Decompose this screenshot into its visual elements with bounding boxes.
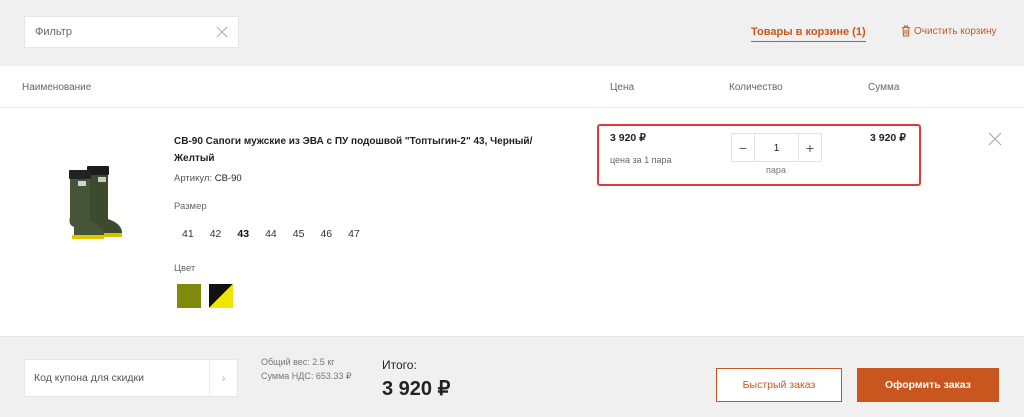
coupon-box: › [24, 359, 238, 397]
col-quantity: Количество [729, 82, 783, 93]
price-note: цена за 1 пара [610, 155, 672, 165]
vat-amount: Сумма НДС: 653.33 ₽ [261, 371, 352, 381]
remove-item-icon[interactable] [988, 132, 1002, 146]
total-weight: Общий вес: 2.5 кг [261, 357, 335, 367]
decrease-button[interactable]: − [732, 134, 754, 161]
product-title[interactable]: СВ-90 Сапоги мужские из ЭВА с ПУ подошво… [174, 133, 574, 167]
color-swatch-black-yellow[interactable] [209, 284, 233, 308]
col-sum: Сумма [868, 82, 900, 93]
color-swatch-olive[interactable] [177, 284, 201, 308]
size-option-selected[interactable]: 43 [237, 228, 249, 240]
quick-order-button[interactable]: Быстрый заказ [716, 368, 842, 402]
coupon-input[interactable] [25, 360, 205, 396]
size-option[interactable]: 45 [293, 228, 305, 240]
product-image[interactable] [58, 163, 130, 241]
clear-filter-icon[interactable] [216, 26, 228, 38]
table-header: Наименование Цена Количество Сумма [0, 66, 1024, 108]
top-bar: Товары в корзине (1) Очистить корзину [0, 0, 1024, 66]
increase-button[interactable]: + [799, 134, 821, 161]
apply-coupon-button[interactable]: › [209, 360, 237, 396]
filter-box [24, 16, 239, 48]
size-option[interactable]: 46 [320, 228, 332, 240]
size-option[interactable]: 42 [210, 228, 222, 240]
total-value: 3 920 ₽ [382, 378, 451, 400]
color-label: Цвет [174, 263, 196, 274]
size-label: Размер [174, 201, 207, 212]
order-info: Общий вес: 2.5 кг Сумма НДС: 653.33 ₽ [261, 355, 352, 383]
chevron-right-icon: › [221, 371, 226, 385]
cart-items-link[interactable]: Товары в корзине (1) [751, 26, 866, 42]
size-option[interactable]: 41 [182, 228, 194, 240]
size-option[interactable]: 47 [348, 228, 360, 240]
sku-label: Артикул: [174, 173, 213, 184]
trash-icon [902, 25, 910, 37]
cart-footer: › Общий вес: 2.5 кг Сумма НДС: 653.33 ₽ … [0, 336, 1024, 417]
size-list: 41 42 43 44 45 46 47 [182, 228, 376, 240]
item-sum: 3 920 ₽ [870, 132, 906, 144]
clear-cart-button[interactable]: Очистить корзину [901, 25, 997, 37]
quantity-unit: пара [766, 165, 786, 175]
unit-price: 3 920 ₽ [610, 132, 646, 144]
col-name: Наименование [22, 82, 92, 93]
quantity-stepper: − + [731, 133, 822, 162]
total-label: Итого: [382, 358, 417, 372]
sku: Артикул: СВ-90 [174, 173, 242, 184]
sku-value: СВ-90 [214, 173, 242, 184]
filter-input[interactable] [25, 17, 205, 47]
quantity-input[interactable] [754, 134, 799, 161]
size-option[interactable]: 44 [265, 228, 277, 240]
col-price: Цена [610, 82, 635, 93]
clear-cart-label: Очистить корзину [914, 25, 997, 37]
cart-item: СВ-90 Сапоги мужские из ЭВА с ПУ подошво… [0, 108, 1024, 336]
checkout-button[interactable]: Оформить заказ [857, 368, 999, 402]
